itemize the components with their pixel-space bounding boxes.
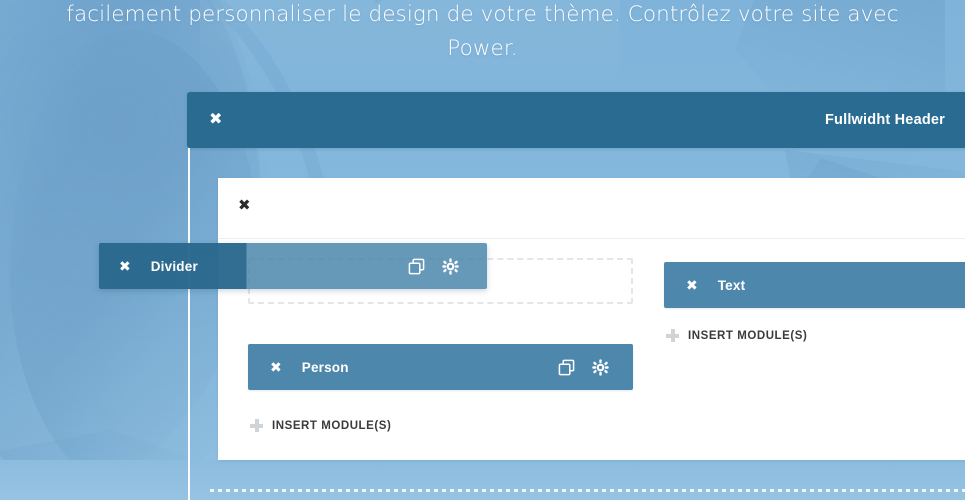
insert-modules-label: INSERT MODULE(S) (272, 419, 392, 432)
close-icon[interactable]: ✖ (270, 360, 282, 374)
gear-icon[interactable] (441, 257, 459, 275)
module-text[interactable]: ✖ Text (664, 262, 965, 308)
module-label: Person (301, 359, 349, 375)
hero-headline: facilement personnaliser le design de vo… (0, 0, 965, 66)
hero-headline-line-1: facilement personnaliser le design de vo… (66, 2, 899, 27)
bottom-band (0, 460, 965, 500)
section-header-bar[interactable]: ✖ Fullwidht Header (187, 92, 965, 148)
module-divider-dragging[interactable]: ✖ Divider (99, 243, 487, 289)
duplicate-icon[interactable] (557, 358, 575, 376)
hero-headline-line-2: Power. (447, 36, 518, 61)
module-label: Divider (150, 258, 198, 274)
module-actions (557, 358, 633, 376)
insert-modules-button-left[interactable]: INSERT MODULE(S) (250, 419, 391, 432)
gear-icon[interactable] (591, 358, 609, 376)
insert-modules-button-right[interactable]: INSERT MODULE(S) (666, 329, 807, 342)
builder-stage: facilement personnaliser le design de vo… (0, 0, 965, 500)
row-close-icon[interactable]: ✖ (238, 198, 251, 213)
section-title: Fullwidht Header (824, 112, 945, 128)
panel-separator (218, 238, 965, 239)
close-icon[interactable]: ✖ (686, 278, 698, 292)
module-actions (407, 257, 487, 275)
plus-icon (250, 419, 263, 432)
row-guide-line (188, 148, 190, 500)
module-person[interactable]: ✖ Person (248, 344, 633, 390)
module-label: Text (717, 277, 746, 293)
row-panel (218, 178, 965, 460)
bottom-dashed-divider (210, 489, 965, 492)
duplicate-icon[interactable] (407, 257, 425, 275)
insert-modules-label: INSERT MODULE(S) (688, 329, 808, 342)
close-icon[interactable]: ✖ (209, 112, 222, 128)
close-icon[interactable]: ✖ (119, 259, 131, 273)
plus-icon (666, 329, 679, 342)
